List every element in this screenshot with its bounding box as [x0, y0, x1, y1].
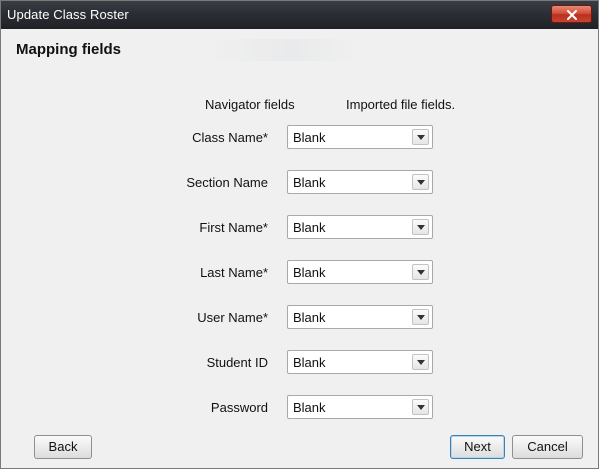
dialog-window: Update Class Roster Mapping fields Navig…: [0, 0, 599, 469]
chevron-down-icon: [417, 315, 425, 320]
chevron-down-icon: [417, 180, 425, 185]
user-name-select[interactable]: Blank: [287, 305, 433, 329]
dropdown-button[interactable]: [412, 129, 429, 145]
class-name-select[interactable]: Blank: [287, 125, 433, 149]
dropdown-button[interactable]: [412, 174, 429, 190]
select-value: Blank: [293, 400, 326, 415]
dropdown-button[interactable]: [412, 219, 429, 235]
section-header: Mapping fields: [16, 39, 361, 61]
select-value: Blank: [293, 130, 326, 145]
close-button[interactable]: [551, 5, 592, 23]
password-select[interactable]: Blank: [287, 395, 433, 419]
chevron-down-icon: [417, 360, 425, 365]
field-label-last-name: Last Name*: [200, 265, 268, 280]
select-value: Blank: [293, 310, 326, 325]
section-name-select[interactable]: Blank: [287, 170, 433, 194]
chevron-down-icon: [417, 135, 425, 140]
select-value: Blank: [293, 355, 326, 370]
dropdown-button[interactable]: [412, 354, 429, 370]
close-icon: [567, 10, 577, 20]
back-button[interactable]: Back: [34, 435, 92, 459]
field-label-password: Password: [210, 400, 268, 415]
window-title: Update Class Roster: [7, 7, 129, 22]
chevron-down-icon: [417, 225, 425, 230]
select-value: Blank: [293, 265, 326, 280]
chevron-down-icon: [417, 405, 425, 410]
chevron-down-icon: [417, 270, 425, 275]
field-label-section-name: Section Name: [186, 175, 268, 190]
field-label-student-id: Student ID: [206, 355, 268, 370]
title-bar[interactable]: Update Class Roster: [1, 1, 598, 29]
section-title: Mapping fields: [16, 41, 121, 58]
next-button[interactable]: Next: [450, 435, 505, 459]
dropdown-button[interactable]: [412, 309, 429, 325]
field-label-class-name: Class Name*: [192, 130, 268, 145]
dialog-content: Mapping fields Navigator fields Imported…: [1, 29, 598, 468]
imported-fields-header: Imported file fields.: [346, 97, 456, 112]
student-id-select[interactable]: Blank: [287, 350, 433, 374]
cancel-button[interactable]: Cancel: [512, 435, 583, 459]
field-label-user-name: User Name*: [197, 310, 268, 325]
dropdown-button[interactable]: [412, 399, 429, 415]
dropdown-button[interactable]: [412, 264, 429, 280]
select-value: Blank: [293, 220, 326, 235]
navigator-fields-header: Navigator fields: [205, 97, 295, 112]
first-name-select[interactable]: Blank: [287, 215, 433, 239]
select-value: Blank: [293, 175, 326, 190]
field-label-first-name: First Name*: [199, 220, 268, 235]
last-name-select[interactable]: Blank: [287, 260, 433, 284]
